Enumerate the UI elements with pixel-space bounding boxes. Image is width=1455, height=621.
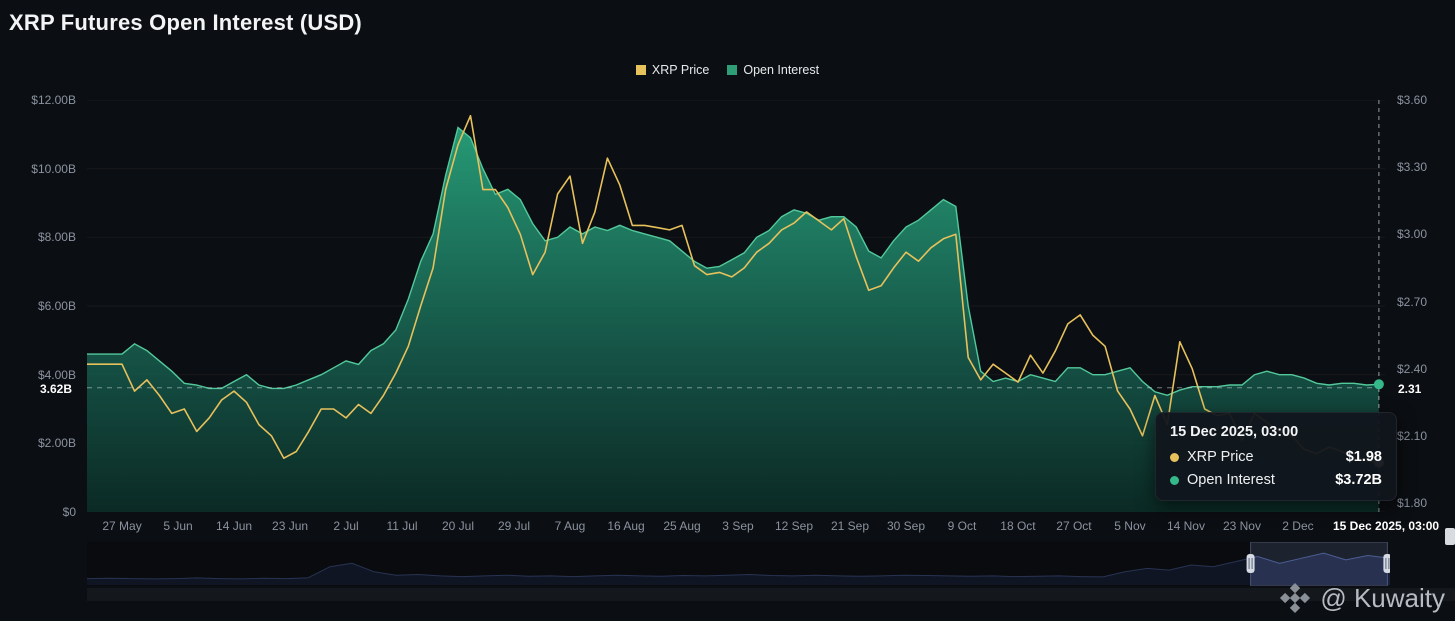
- x-axis-tick: 21 Sep: [831, 519, 869, 533]
- tooltip-date: 15 Dec 2025, 03:00: [1170, 424, 1382, 440]
- legend-label-xrp-price: XRP Price: [652, 63, 709, 77]
- legend: XRP Price Open Interest: [0, 63, 1455, 77]
- x-axis-tick: 16 Aug: [607, 519, 644, 533]
- x-axis-tick: 2 Jul: [333, 519, 358, 533]
- left-axis-tick: $10.00B: [31, 162, 76, 176]
- navigator-selection-window[interactable]: [1251, 542, 1388, 586]
- tooltip: 15 Dec 2025, 03:00 XRP Price $1.98 Open …: [1155, 412, 1397, 501]
- navigator-resize-handle[interactable]: [1247, 554, 1255, 573]
- x-axis-tick: 23 Nov: [1223, 519, 1261, 533]
- x-axis-tick: 12 Sep: [775, 519, 813, 533]
- tooltip-value-xrp-price: $1.98: [1346, 449, 1382, 465]
- x-axis-tick: 30 Sep: [887, 519, 925, 533]
- left-axis-tick: $12.00B: [31, 93, 76, 107]
- tooltip-label-xrp-price: XRP Price: [1187, 449, 1254, 465]
- open-interest-dot-icon: [1170, 476, 1179, 485]
- chart-screen: XRP Futures Open Interest (USD) XRP Pric…: [0, 0, 1455, 621]
- navigator[interactable]: [87, 542, 1390, 586]
- right-axis-tick: $1.80: [1397, 496, 1427, 510]
- binance-logo-icon: [1279, 582, 1311, 614]
- x-axis-tick: 14 Jun: [216, 519, 252, 533]
- tooltip-label-open-interest: Open Interest: [1187, 472, 1275, 488]
- left-axis-tick: $2.00B: [38, 436, 76, 450]
- watermark-text: @ Kuwaity: [1320, 583, 1445, 614]
- watermark: @ Kuwaity: [1279, 582, 1445, 614]
- x-axis-tick: 2 Dec: [1282, 519, 1313, 533]
- x-axis-tick: 18 Oct: [1000, 519, 1035, 533]
- tooltip-value-open-interest: $3.72B: [1335, 472, 1382, 488]
- open-interest-swatch-icon: [727, 65, 737, 75]
- current-oi-label-left: 3.62B: [40, 382, 72, 396]
- current-oi-label-right: 2.31: [1398, 382, 1421, 396]
- x-axis-tick: 29 Jul: [498, 519, 530, 533]
- x-axis-tick: 11 Jul: [386, 519, 417, 533]
- legend-item-open-interest[interactable]: Open Interest: [727, 63, 819, 77]
- tooltip-row-xrp-price: XRP Price $1.98: [1170, 449, 1382, 465]
- left-axis: $12.00B $10.00B $8.00B $6.00B $4.00B $2.00B $0: [0, 0, 76, 621]
- legend-item-xrp-price[interactable]: XRP Price: [636, 63, 709, 77]
- x-axis-tick: 7 Aug: [555, 519, 586, 533]
- x-axis-tick: 9 Oct: [948, 519, 977, 533]
- x-axis-tick: 5 Nov: [1114, 519, 1145, 533]
- left-axis-tick: $8.00B: [38, 230, 76, 244]
- right-axis-tick: $3.00: [1397, 227, 1427, 241]
- xrp-price-swatch-icon: [636, 65, 646, 75]
- axis-scroll-button[interactable]: [1445, 528, 1455, 545]
- left-axis-tick: $4.00B: [38, 368, 76, 382]
- right-axis-tick: $3.30: [1397, 160, 1427, 174]
- navigator-dim-left: [87, 542, 1251, 586]
- x-axis: 27 May 5 Jun 14 Jun 23 Jun 2 Jul 11 Jul 20 Jul…: [87, 519, 1385, 535]
- right-axis-tick: $2.40: [1397, 362, 1427, 376]
- x-axis-tick: 3 Sep: [722, 519, 753, 533]
- left-axis-tick: $6.00B: [38, 299, 76, 313]
- left-axis-tick: $0: [63, 505, 76, 519]
- x-axis-tick: 23 Jun: [272, 519, 308, 533]
- navigator-resize-handle[interactable]: [1383, 554, 1390, 573]
- right-axis-tick: $3.60: [1397, 93, 1427, 107]
- right-axis-tick: $2.10: [1397, 429, 1427, 443]
- x-axis-tick: 25 Aug: [663, 519, 700, 533]
- xrp-price-dot-icon: [1170, 453, 1179, 462]
- open-interest-last-point-marker: [1374, 379, 1384, 389]
- x-axis-tick: 27 Oct: [1056, 519, 1091, 533]
- scrollbar-track[interactable]: [87, 588, 1455, 601]
- legend-label-open-interest: Open Interest: [743, 63, 819, 77]
- x-axis-tick: 14 Nov: [1167, 519, 1205, 533]
- crosshair-date-label: 15 Dec 2025, 03:00: [1333, 519, 1439, 533]
- x-axis-tick: 27 May: [102, 519, 141, 533]
- right-axis-tick: $2.70: [1397, 295, 1427, 309]
- tooltip-row-open-interest: Open Interest $3.72B: [1170, 472, 1382, 488]
- x-axis-tick: 20 Jul: [442, 519, 474, 533]
- x-axis-tick: 5 Jun: [163, 519, 192, 533]
